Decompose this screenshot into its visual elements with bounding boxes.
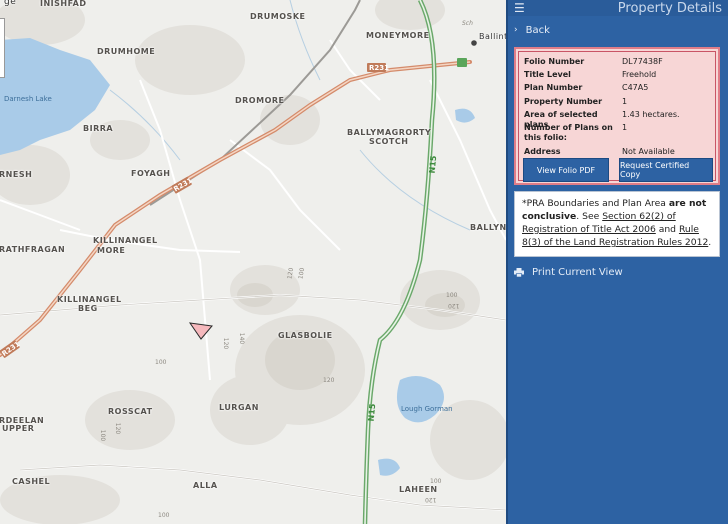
note-prefix: *PRA Boundaries and Plan Area: [522, 198, 669, 209]
print-current-view-button[interactable]: Print Current View: [514, 267, 623, 278]
road-label: R231: [369, 64, 390, 72]
folio-value: 1: [622, 123, 628, 132]
place-label: ROSSCAT: [108, 407, 153, 416]
place-label: FOYAGH: [131, 169, 171, 178]
place-label: ALLA: [193, 481, 218, 490]
place-label: MORE: [97, 246, 126, 255]
contour-label: 120: [114, 422, 122, 435]
town-label: Ballint: [479, 32, 506, 41]
place-label: CASHEL: [12, 477, 51, 486]
disclaimer-note: *PRA Boundaries and Plan Area are not co…: [514, 191, 720, 257]
road-label: N15: [366, 403, 378, 422]
contour-label: 120: [448, 302, 460, 309]
place-label: SCOTCH: [369, 137, 409, 146]
folio-details-box: Folio Number DL77438F Title Level Freeho…: [514, 47, 720, 185]
contour-label: 100: [155, 359, 167, 366]
folio-key: Address: [524, 147, 561, 156]
folio-key: Title Level: [524, 70, 571, 79]
place-label: BALLYN: [470, 223, 506, 232]
corner-text: ge: [4, 0, 17, 7]
view-folio-pdf-button[interactable]: View Folio PDF: [523, 158, 609, 182]
folio-value: DL77438F: [622, 57, 663, 66]
place-label: LAHEEN: [399, 485, 438, 494]
map-zoom-tab[interactable]: [0, 18, 5, 78]
hamburger-icon[interactable]: ☰: [514, 2, 526, 14]
place-label: GLASBOLIE: [278, 331, 333, 340]
contour-label: 100: [158, 512, 170, 519]
panel-header: ☰ Property Details: [508, 0, 728, 16]
note-and: and: [655, 224, 679, 235]
print-label: Print Current View: [532, 267, 623, 278]
place-label: BEG: [78, 304, 98, 313]
place-label: RNESH: [0, 170, 33, 179]
place-label: DRUMHOME: [97, 47, 156, 56]
folio-key: Number of Plans on this folio:: [524, 123, 613, 142]
folio-value: 1: [622, 97, 628, 106]
contour-label: 100: [430, 478, 442, 485]
chevron-right-icon: ›: [514, 25, 518, 35]
small-label: Sch: [462, 20, 473, 27]
contour-label: 120: [323, 377, 335, 384]
place-label: BIRRA: [83, 124, 114, 133]
place-label: LURGAN: [219, 403, 259, 412]
folio-key: Property Number: [524, 97, 603, 106]
place-label: KILLINANGEL: [93, 236, 158, 245]
folio-value: Not Available: [622, 147, 675, 156]
place-label: KILLINANGEL: [57, 295, 122, 304]
map-canvas[interactable]: [0, 0, 506, 524]
back-label: Back: [525, 24, 550, 36]
property-details-panel: ☰ Property Details › Back Folio Number D…: [506, 0, 728, 524]
place-label: DRUMOSKE: [250, 12, 306, 21]
folio-value: Freehold: [622, 70, 657, 79]
request-certified-copy-button[interactable]: Request Certified Copy: [619, 158, 713, 182]
place-label: BALLYMAGRORTY: [347, 128, 432, 137]
contour-label: 100: [446, 292, 458, 299]
note-suffix: .: [708, 237, 712, 248]
contour-label: 140: [238, 332, 246, 345]
water-label: Darnesh Lake: [4, 95, 52, 103]
place-label: INISHFAD: [40, 0, 87, 8]
n15-shield: [457, 58, 467, 67]
panel-title: Property Details: [617, 0, 722, 16]
place-label: DROMORE: [235, 96, 285, 105]
note-middle: . See: [576, 211, 603, 222]
contour-label: 100: [99, 429, 107, 442]
folio-key: Folio Number: [524, 57, 585, 66]
place-label: UPPER: [2, 424, 35, 433]
contour-label: 120: [425, 496, 437, 503]
folio-details-inner: Folio Number DL77438F Title Level Freeho…: [518, 51, 716, 182]
map-view[interactable]: ge INISHFAD DRUMOSKE MONEYMORE DRUMHOME …: [0, 0, 506, 524]
contour-label: 120: [222, 337, 230, 350]
printer-icon: [514, 268, 524, 277]
back-button[interactable]: › Back: [508, 16, 728, 44]
folio-value: 1.43 hectares.: [622, 110, 680, 119]
road-label: N15: [427, 155, 439, 174]
water-label: Lough Gorman: [401, 405, 453, 413]
folio-key: Plan Number: [524, 83, 583, 92]
place-label: MONEYMORE: [366, 31, 430, 40]
place-label: RATHFRAGAN: [0, 245, 66, 254]
folio-value: C47A5: [622, 83, 649, 92]
